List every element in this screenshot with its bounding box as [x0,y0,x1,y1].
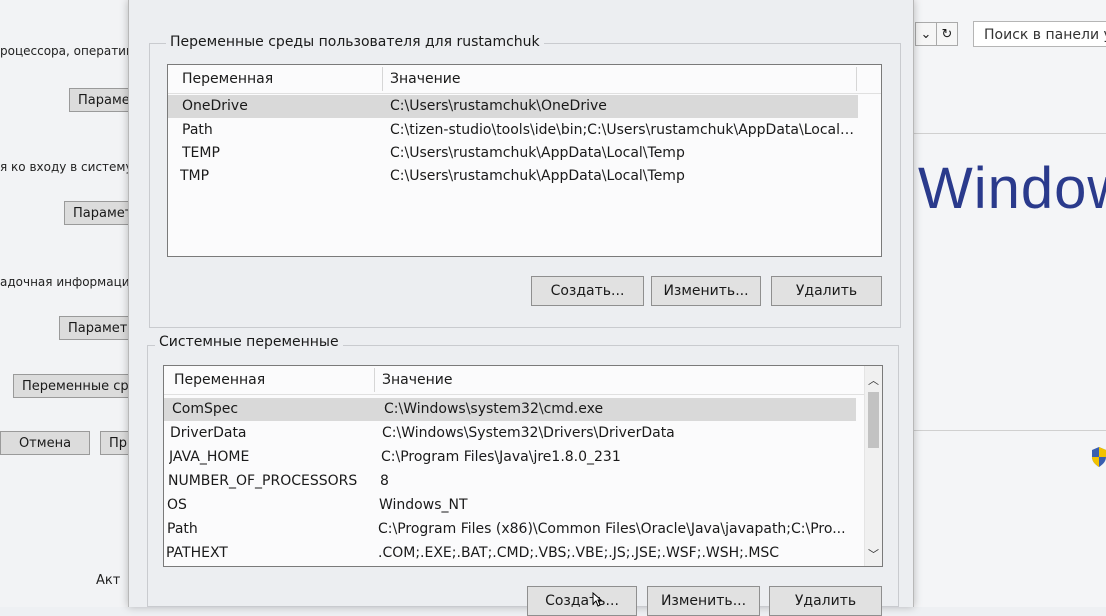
system-delete-button[interactable]: Удалить [769,586,882,616]
chevron-down-icon[interactable]: ﹀ [865,546,882,564]
list-item[interactable]: JAVA_HOME C:\Program Files\Java\jre1.8.0… [164,446,856,469]
variable-value: C:\Program Files\Java\jre1.8.0_231 [381,449,621,465]
list-item[interactable]: ComSpec C:\Windows\system32\cmd.exe [164,398,856,421]
variable-value: C:\Users\rustamchuk\OneDrive [390,98,607,114]
system-variables-list[interactable]: Переменная Значение ComSpec C:\Windows\s… [163,365,883,567]
windows-logo: Window [918,156,1106,221]
list-item[interactable]: NUMBER_OF_PROCESSORS 8 [164,470,856,493]
variable-name: TEMP [182,145,220,161]
list-item[interactable]: OS Windows_NT [164,494,856,517]
scrollbar-thumb[interactable] [868,392,879,448]
variable-value: 8 [380,473,389,489]
column-header-variable[interactable]: Переменная [176,65,376,93]
column-header-variable[interactable]: Переменная [168,366,368,394]
user-variables-title: Переменные среды пользователя для rustam… [166,34,544,50]
user-variables-list[interactable]: Переменная Значение OneDrive C:\Users\ru… [167,64,882,257]
list-item[interactable]: TMP C:\Users\rustamchuk\AppData\Local\Te… [168,165,858,188]
column-header-value[interactable]: Значение [376,366,676,394]
variable-name: ComSpec [172,401,239,417]
list-header: Переменная Значение [168,65,881,94]
environment-variables-button[interactable]: Переменные сре [13,374,141,398]
variable-value: C:\Windows\system32\cmd.exe [384,401,604,417]
column-separator[interactable] [856,67,857,91]
variable-name: JAVA_HOME [169,449,250,465]
user-profiles-label: я ко входу в систему [0,160,133,174]
column-separator[interactable] [382,67,383,91]
list-item[interactable]: Path C:\tizen-studio\tools\ide\bin;C:\Us… [168,119,858,142]
search-input[interactable]: Поиск в панели у [973,21,1106,47]
environment-variables-dialog: Переменные среды пользователя для rustam… [128,0,914,616]
cancel-button[interactable]: Отмена [0,431,90,455]
variable-name: NUMBER_OF_PROCESSORS [168,473,358,489]
system-variables-title: Системные переменные [155,334,343,350]
variable-name: OneDrive [182,98,248,114]
mouse-cursor-icon [592,592,602,607]
scrollbar[interactable]: ︿ ﹀ [864,366,882,566]
column-header-value[interactable]: Значение [384,65,684,93]
variable-name: Path [182,122,213,138]
system-create-button[interactable]: Создать... [527,586,637,616]
variable-value: C:\Users\rustamchuk\AppData\Local\Temp [390,168,685,184]
column-separator[interactable] [374,368,375,392]
variable-name: OS [167,497,187,513]
system-edit-button[interactable]: Изменить... [647,586,760,616]
list-item[interactable]: PATHEXT .COM;.EXE;.BAT;.CMD;.VBS;.VBE;.J… [164,542,856,565]
variable-value: Windows_NT [379,497,468,513]
list-item[interactable]: DriverData C:\Windows\System32\Drivers\D… [164,422,856,445]
list-item[interactable]: TEMP C:\Users\rustamchuk\AppData\Local\T… [168,142,858,165]
list-header: Переменная Значение [164,366,882,395]
user-delete-button[interactable]: Удалить [771,276,882,306]
chevron-down-icon[interactable]: ⌄ [915,22,937,46]
variable-name: TMP [180,168,210,184]
shield-icon [1092,447,1106,467]
chevron-up-icon[interactable]: ︿ [865,372,882,390]
startup-recovery-label: адочная информация [0,275,137,289]
list-item[interactable]: Path C:\Program Files (x86)\Common Files… [164,518,856,541]
variable-value: C:\Program Files (x86)\Common Files\Orac… [378,521,846,537]
variable-value: C:\tizen-studio\tools\ide\bin;C:\Users\r… [390,122,856,138]
user-create-button[interactable]: Создать... [531,276,644,306]
performance-label: роцессора, оперативн [0,44,141,58]
refresh-icon[interactable]: ↻ [936,22,958,46]
divider [910,430,1106,431]
variable-name: Path [167,521,198,537]
variable-value: C:\Users\rustamchuk\AppData\Local\Temp [390,145,685,161]
activation-label: Акт [96,573,121,588]
divider [910,133,1106,134]
variable-value: C:\Windows\System32\Drivers\DriverData [382,425,675,441]
variable-name: DriverData [170,425,247,441]
variable-name: PATHEXT [166,545,228,561]
variable-value: .COM;.EXE;.BAT;.CMD;.VBS;.VBE;.JS;.JSE;.… [378,545,780,561]
user-edit-button[interactable]: Изменить... [651,276,761,306]
list-item[interactable]: OneDrive C:\Users\rustamchuk\OneDrive [168,95,858,118]
